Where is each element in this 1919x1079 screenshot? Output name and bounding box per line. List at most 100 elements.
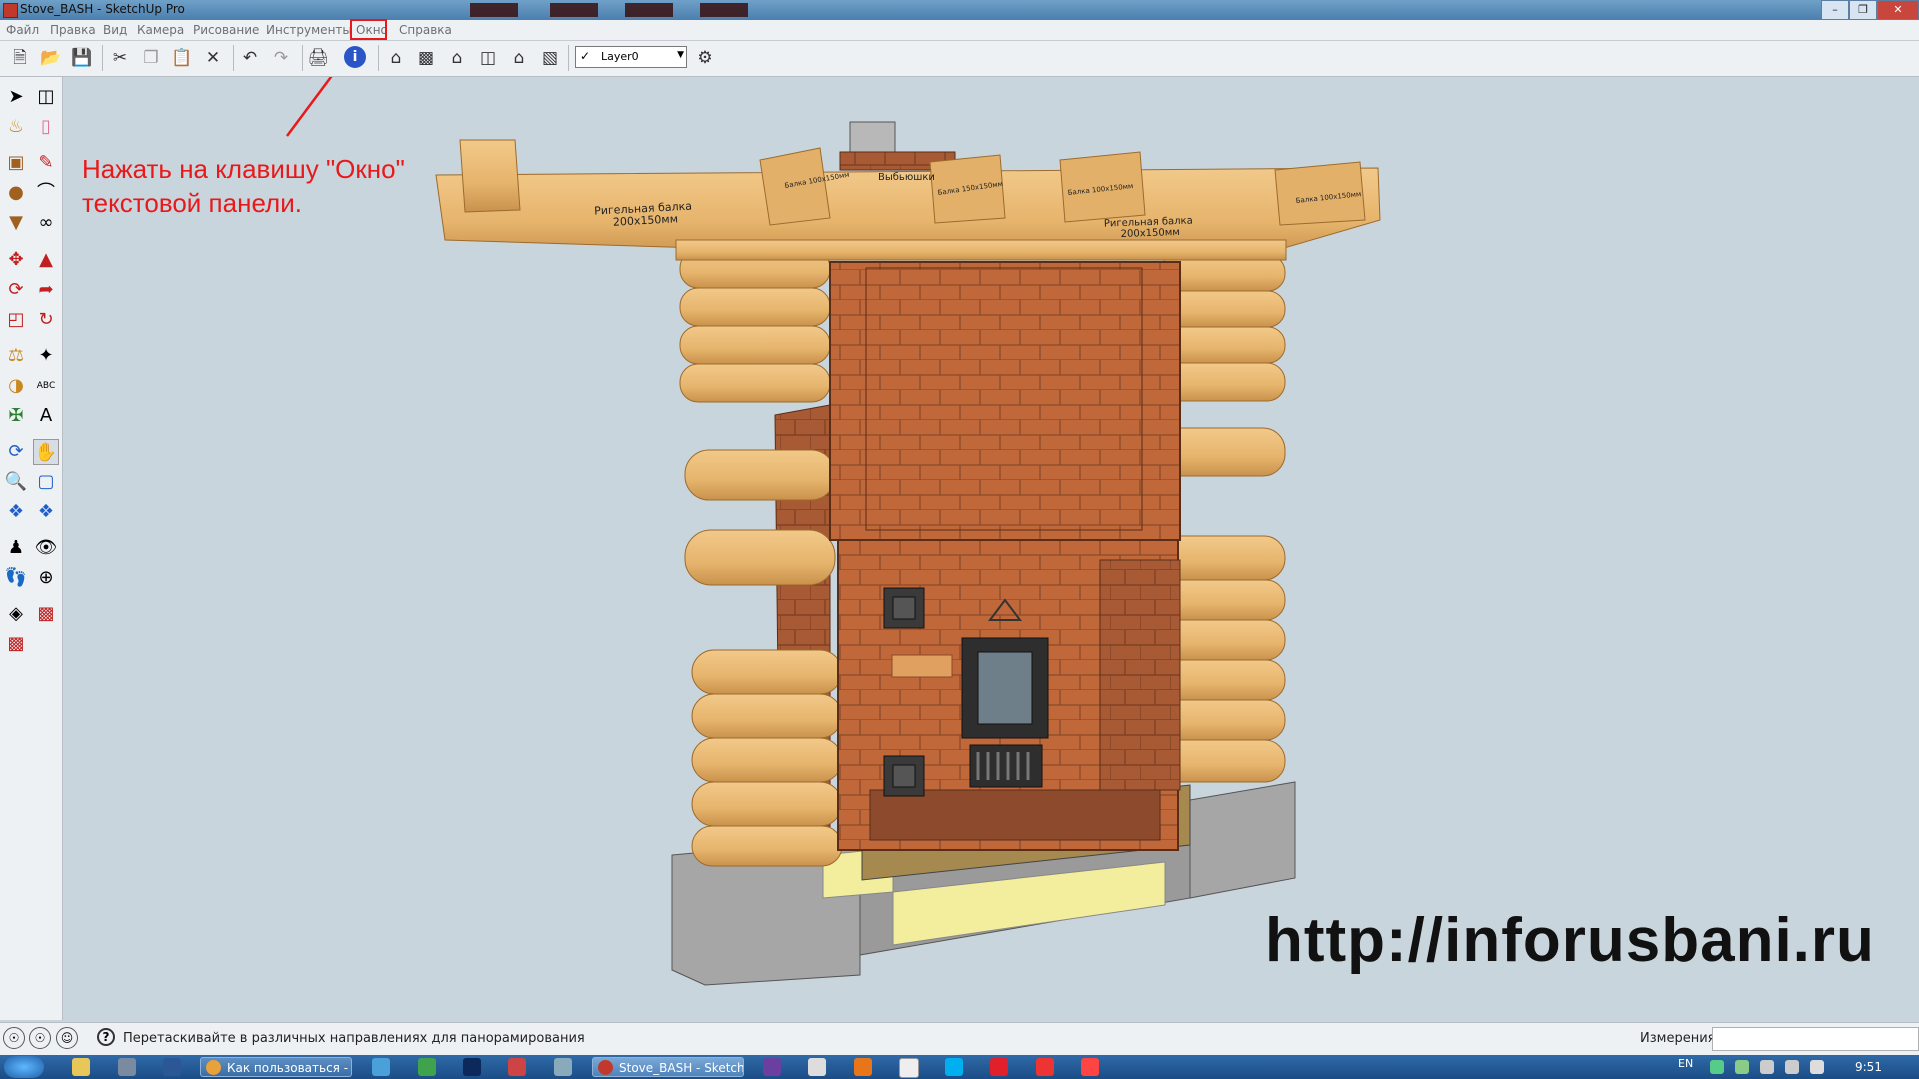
menu-tools[interactable]: Инструменты xyxy=(266,23,352,37)
app-icon[interactable] xyxy=(808,1058,826,1076)
select-tool-icon[interactable]: ➤ xyxy=(3,84,29,110)
menu-file[interactable]: Файл xyxy=(6,23,39,37)
iso-view-icon[interactable]: ⌂ xyxy=(384,46,408,70)
previous-view-icon[interactable]: ❖ xyxy=(33,499,59,525)
geo-location-icon[interactable]: ☉ xyxy=(3,1027,25,1049)
component-tool-icon[interactable]: ◫ xyxy=(33,84,59,110)
open-icon[interactable]: 📂 xyxy=(39,46,63,70)
zoom-extents-icon[interactable]: ❖ xyxy=(3,499,29,525)
text-tool-icon[interactable]: ABC xyxy=(33,373,59,399)
photoshop-icon[interactable] xyxy=(463,1058,481,1076)
paste-icon[interactable]: 📋 xyxy=(170,46,194,70)
beam-lower xyxy=(675,239,1287,261)
save-icon[interactable]: 💾 xyxy=(70,46,94,70)
menu-view[interactable]: Вид xyxy=(103,23,127,37)
zoom-tool-icon[interactable]: 🔍 xyxy=(3,469,29,495)
polygon-tool-icon[interactable]: ▼ xyxy=(3,210,29,236)
undo-icon[interactable]: ↶ xyxy=(238,46,262,70)
layers-icon[interactable]: ⚙ xyxy=(693,46,717,70)
offset-tool-icon[interactable]: ↻ xyxy=(33,307,59,333)
chevron-down-icon: ▼ xyxy=(677,50,684,60)
skype-icon[interactable] xyxy=(945,1058,963,1076)
credits-icon[interactable]: ☉ xyxy=(29,1027,51,1049)
word-icon[interactable] xyxy=(163,1058,181,1076)
redo-icon[interactable]: ↷ xyxy=(269,46,293,70)
arc-tool-icon[interactable]: ⌒ xyxy=(33,180,59,206)
right-view-icon[interactable]: ◫ xyxy=(476,46,500,70)
task-chrome[interactable]: Как пользоваться - ... xyxy=(200,1057,352,1077)
front-view-icon[interactable]: ⌂ xyxy=(445,46,469,70)
layer-visible-check-icon: ✓ xyxy=(580,49,591,63)
tray-signal-icon[interactable] xyxy=(1810,1060,1824,1074)
app-icon[interactable] xyxy=(508,1058,526,1076)
follow-me-tool-icon[interactable]: ➦ xyxy=(33,277,59,303)
top-view-icon[interactable]: ▩ xyxy=(414,46,438,70)
circle-tool-icon[interactable]: ● xyxy=(3,180,29,206)
yandex-icon[interactable] xyxy=(1036,1058,1054,1076)
menu-edit[interactable]: Правка xyxy=(50,23,96,37)
print-icon[interactable]: 🖨 xyxy=(306,46,330,70)
firefox-icon[interactable] xyxy=(854,1058,872,1076)
help-icon[interactable]: ? xyxy=(97,1028,115,1046)
app-icon[interactable] xyxy=(763,1058,781,1076)
app-icon[interactable] xyxy=(418,1058,436,1076)
line-tool-icon[interactable]: ✎ xyxy=(33,150,59,176)
user-icon[interactable]: ☺ xyxy=(56,1027,78,1049)
push-pull-tool-icon[interactable]: ▲ xyxy=(33,247,59,273)
eraser-icon[interactable]: ▯ xyxy=(33,114,59,140)
rectangle-tool-icon[interactable]: ▣ xyxy=(3,150,29,176)
cut-icon[interactable]: ✂ xyxy=(108,46,132,70)
tray-volume-icon[interactable] xyxy=(1760,1060,1774,1074)
menu-help[interactable]: Справка xyxy=(399,23,452,37)
move-tool-icon[interactable]: ✥ xyxy=(3,247,29,273)
start-button[interactable] xyxy=(4,1056,44,1078)
notepad-icon[interactable] xyxy=(899,1058,919,1078)
close-button[interactable]: ✕ xyxy=(1877,0,1919,20)
new-icon[interactable]: 🗎 xyxy=(8,46,32,70)
axes-tool-icon[interactable]: ✠ xyxy=(3,403,29,429)
back-view-icon[interactable]: ⌂ xyxy=(507,46,531,70)
scale-tool-icon[interactable]: ◰ xyxy=(3,307,29,333)
left-view-icon[interactable]: ▧ xyxy=(538,46,562,70)
pan-tool-icon[interactable]: ✋ xyxy=(33,439,59,465)
menu-draw[interactable]: Рисование xyxy=(193,23,259,37)
menu-camera[interactable]: Камера xyxy=(137,23,184,37)
3d-text-tool-icon[interactable]: A xyxy=(33,403,59,429)
photo-texture-icon[interactable]: ▩ xyxy=(3,631,29,657)
tray-power-icon[interactable] xyxy=(1785,1060,1799,1074)
app-icon[interactable] xyxy=(554,1058,572,1076)
protractor-icon[interactable]: ◑ xyxy=(3,373,29,399)
maximize-button[interactable]: ❐ xyxy=(1849,0,1877,20)
position-camera-icon[interactable]: ♟ xyxy=(3,535,29,561)
zoom-window-icon[interactable]: ▢ xyxy=(33,469,59,495)
erase-icon[interactable]: ✕ xyxy=(201,46,225,70)
walk-tool-icon[interactable]: 👣 xyxy=(3,565,29,591)
section-plane-icon[interactable]: ⊕ xyxy=(33,565,59,591)
minimize-button[interactable]: – xyxy=(1821,0,1849,20)
paint-bucket-icon[interactable]: ♨ xyxy=(3,114,29,140)
explorer-icon[interactable] xyxy=(72,1058,90,1076)
layer-dropdown[interactable]: ✓ Layer0 ▼ xyxy=(575,46,687,68)
ash-door xyxy=(969,744,1043,788)
add-location-icon[interactable]: ▩ xyxy=(33,601,59,627)
yandex-browser-icon[interactable] xyxy=(1081,1058,1099,1076)
clock[interactable]: 9:51 xyxy=(1855,1060,1882,1074)
opera-icon[interactable] xyxy=(990,1058,1008,1076)
tape-measure-icon[interactable]: ⚖ xyxy=(3,343,29,369)
measurements-input[interactable] xyxy=(1712,1027,1919,1051)
task-sketchup[interactable]: Stove_BASH - Sketch... xyxy=(592,1057,744,1077)
sandbox-tool-icon[interactable]: ◈ xyxy=(3,601,29,627)
telegram-icon[interactable] xyxy=(372,1058,390,1076)
dimension-tool-icon[interactable]: ✦ xyxy=(33,343,59,369)
orbit-tool-icon[interactable]: ⟳ xyxy=(3,439,29,465)
model-info-icon[interactable]: i xyxy=(344,46,366,68)
rotate-tool-icon[interactable]: ⟳ xyxy=(3,277,29,303)
language-indicator[interactable]: EN xyxy=(1678,1057,1693,1070)
tray-icon[interactable] xyxy=(1710,1060,1724,1074)
app-icon[interactable] xyxy=(118,1058,136,1076)
look-around-icon[interactable]: 👁 xyxy=(33,535,59,561)
tray-network-icon[interactable] xyxy=(1735,1060,1749,1074)
background-tab xyxy=(550,3,598,17)
copy-icon[interactable]: ❐ xyxy=(139,46,163,70)
freehand-tool-icon[interactable]: ∞ xyxy=(33,210,59,236)
